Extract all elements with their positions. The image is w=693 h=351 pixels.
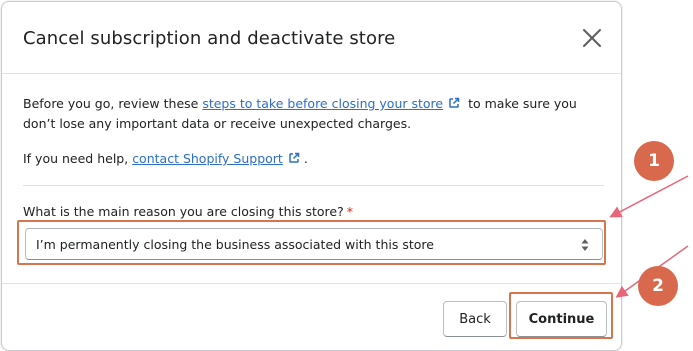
modal-footer: Back Continue	[2, 283, 621, 350]
external-link-icon	[289, 152, 300, 163]
divider	[23, 185, 604, 186]
back-button[interactable]: Back	[443, 301, 507, 337]
intro-prefix: Before you go, review these	[23, 96, 203, 111]
modal-title: Cancel subscription and deactivate store	[23, 28, 396, 49]
steps-link[interactable]: steps to take before closing your store	[202, 96, 443, 111]
reason-label: What is the main reason you are closing …	[23, 204, 353, 219]
help-suffix: .	[303, 151, 308, 166]
callout-badge-1: 1	[634, 141, 674, 181]
intro-paragraph: Before you go, review these steps to tak…	[23, 94, 608, 134]
modal-body: Before you go, review these steps to tak…	[2, 75, 621, 283]
close-icon	[583, 29, 601, 47]
continue-button[interactable]: Continue	[516, 301, 607, 337]
required-marker: *	[346, 204, 353, 219]
contact-support-link[interactable]: contact Shopify Support	[132, 151, 283, 166]
arrow-to-select	[609, 175, 689, 218]
select-arrows-icon	[581, 239, 589, 251]
reason-select[interactable]: I’m permanently closing the business ass…	[25, 228, 603, 260]
modal-header: Cancel subscription and deactivate store	[2, 2, 621, 74]
close-button[interactable]	[581, 27, 603, 49]
callout-badge-2: 2	[638, 266, 678, 306]
help-paragraph: If you need help, contact Shopify Suppor…	[23, 149, 608, 169]
reason-select-value: I’m permanently closing the business ass…	[36, 237, 434, 252]
reason-label-text: What is the main reason you are closing …	[23, 204, 344, 219]
help-prefix: If you need help,	[23, 151, 133, 166]
external-link-icon	[449, 97, 460, 108]
cancel-subscription-modal: Cancel subscription and deactivate store…	[1, 1, 622, 351]
